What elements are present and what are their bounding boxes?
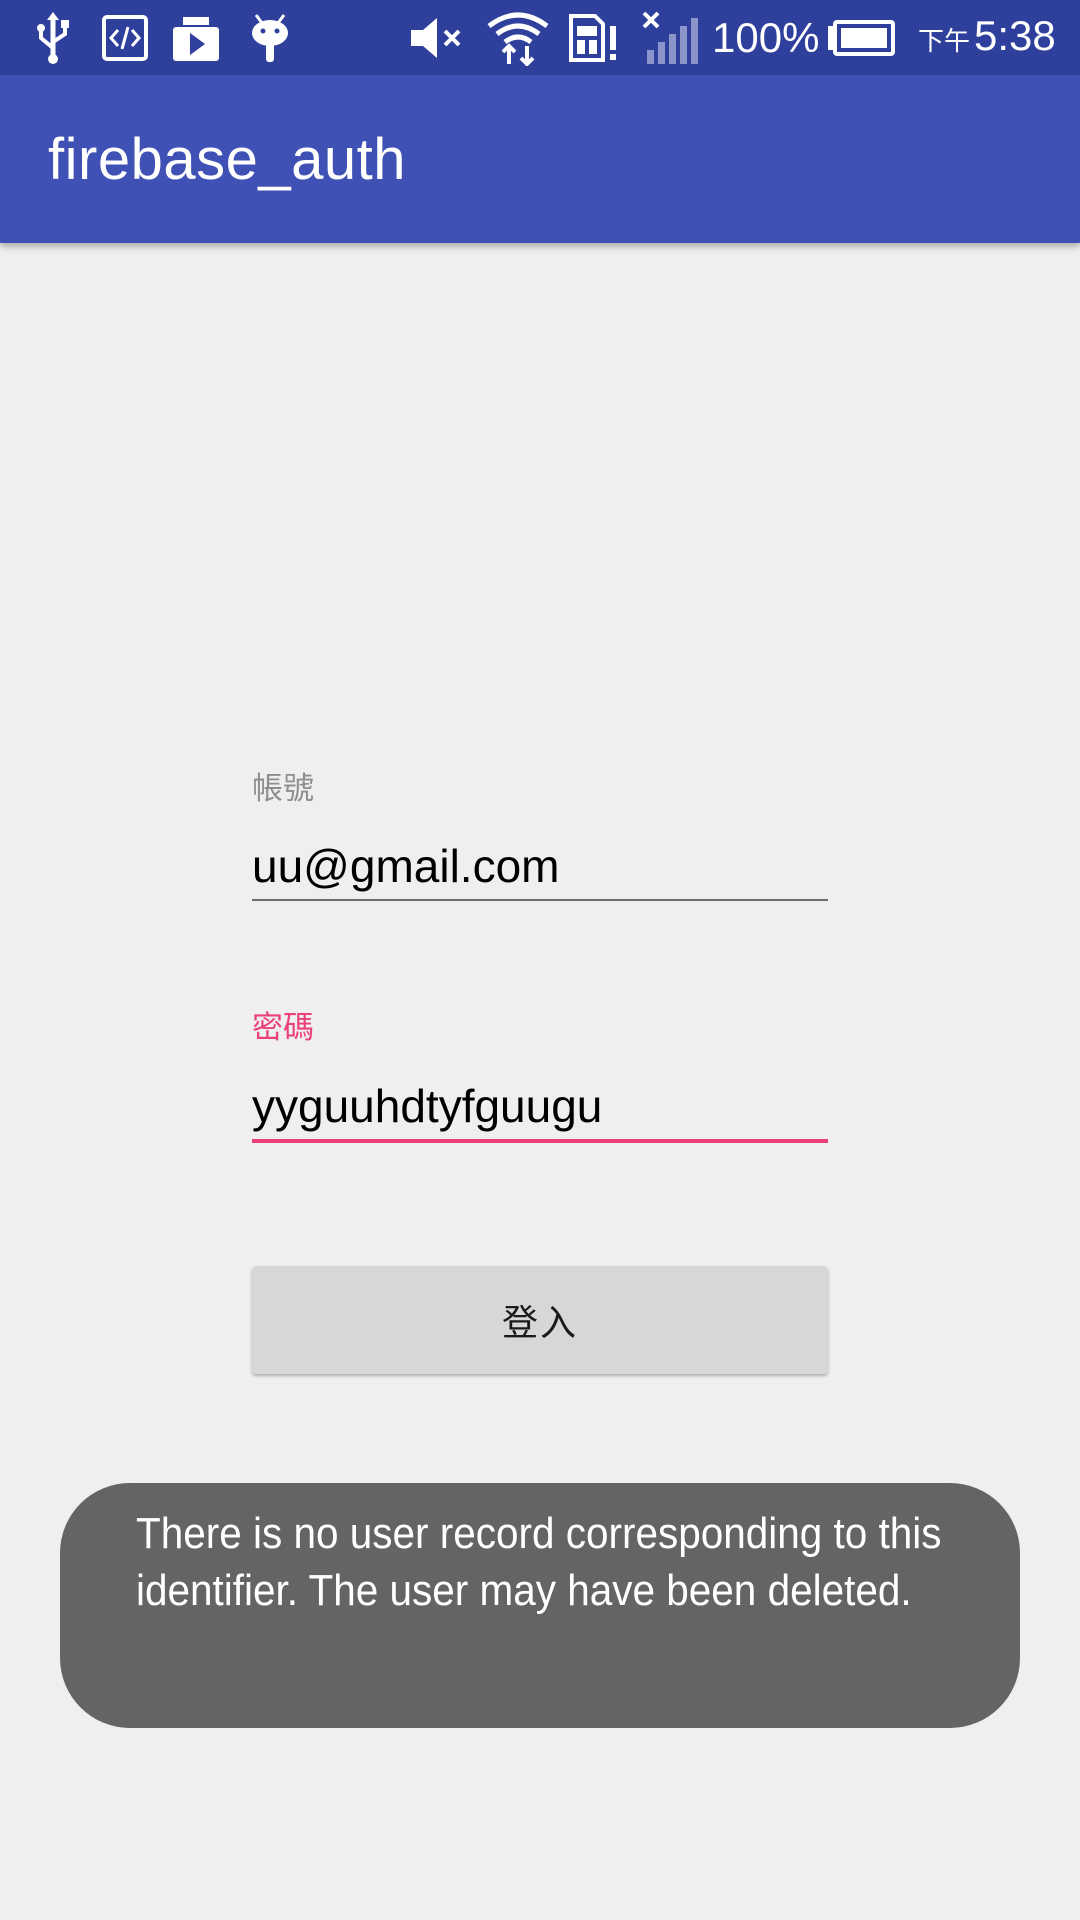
wifi-icon bbox=[484, 10, 552, 66]
clock-ampm: 下午 bbox=[918, 27, 971, 57]
login-button[interactable]: 登入 bbox=[252, 1266, 828, 1374]
no-signal-icon bbox=[640, 10, 702, 66]
account-label: 帳號 bbox=[252, 771, 314, 807]
clock: 下午 5:38 bbox=[918, 12, 1056, 64]
account-underline bbox=[252, 899, 828, 901]
password-input[interactable] bbox=[252, 1076, 828, 1136]
password-label: 密碼 bbox=[252, 1010, 314, 1046]
password-underline bbox=[252, 1139, 828, 1143]
app-title: firebase_auth bbox=[48, 127, 406, 192]
usb-icon bbox=[28, 10, 78, 66]
android-icon bbox=[246, 10, 294, 66]
status-bar: 100% 下午 5:38 bbox=[0, 0, 1080, 75]
media-play-icon bbox=[168, 10, 224, 66]
app-bar: firebase_auth bbox=[0, 75, 1080, 243]
battery-percent: 100% bbox=[712, 14, 820, 61]
account-input[interactable] bbox=[252, 836, 828, 896]
battery-icon bbox=[826, 10, 896, 66]
error-toast: There is no user record corresponding to… bbox=[60, 1483, 1020, 1728]
mute-icon bbox=[406, 10, 468, 66]
sim-alert-icon bbox=[566, 10, 622, 66]
developer-code-icon bbox=[100, 10, 150, 66]
clock-time: 5:38 bbox=[974, 12, 1056, 59]
toast-message: There is no user record corresponding to… bbox=[136, 1509, 942, 1615]
